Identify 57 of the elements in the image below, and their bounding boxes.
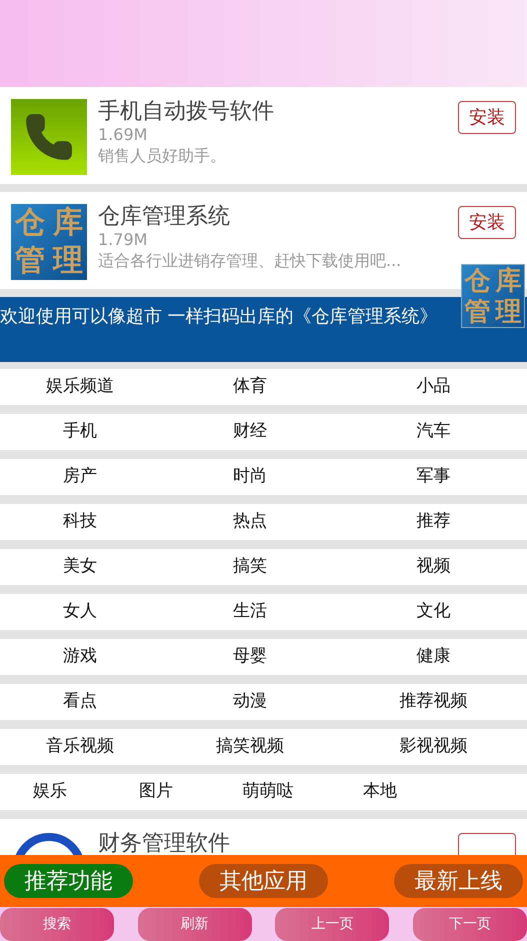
category-link[interactable]: 健康 bbox=[416, 644, 450, 670]
logo-character: 理 bbox=[496, 298, 522, 324]
category-link[interactable]: 生活 bbox=[233, 599, 267, 625]
logo-character: 库 bbox=[496, 268, 522, 294]
category-link[interactable]: 母婴 bbox=[233, 644, 267, 670]
app-size: 1.79M bbox=[98, 230, 148, 250]
category-link[interactable]: 音乐视频 bbox=[46, 734, 114, 760]
category-link[interactable]: 文化 bbox=[416, 599, 450, 625]
app-title: 仓库管理系统 bbox=[98, 204, 231, 230]
app-size: 1.69M bbox=[98, 125, 148, 145]
category-link[interactable]: 娱乐频道 bbox=[46, 374, 114, 400]
category-link[interactable]: 萌萌哒 bbox=[242, 779, 294, 805]
category-link[interactable]: 体育 bbox=[233, 374, 267, 400]
logo-character: 仓 bbox=[15, 208, 45, 238]
nav-button[interactable]: 刷新 bbox=[138, 908, 252, 940]
category-link[interactable]: 小品 bbox=[416, 374, 450, 400]
logo-character: 理 bbox=[53, 246, 83, 276]
app-description: 适合各行业进销存管理、赶快下载使用吧... bbox=[98, 250, 402, 272]
category-link[interactable]: 科技 bbox=[63, 509, 97, 535]
category-link[interactable]: 热点 bbox=[233, 509, 267, 535]
phone-app-icon bbox=[11, 99, 87, 175]
category-link[interactable]: 推荐视频 bbox=[400, 689, 468, 715]
category-link[interactable]: 军事 bbox=[416, 464, 450, 490]
app-description: 销售人员好助手。 bbox=[98, 145, 227, 167]
category-link[interactable]: 游戏 bbox=[63, 644, 97, 670]
category-link[interactable]: 影视视频 bbox=[400, 734, 468, 760]
category-link[interactable]: 财经 bbox=[233, 419, 267, 445]
tab[interactable]: 推荐功能 bbox=[4, 864, 133, 898]
logo-character: 管 bbox=[464, 298, 490, 324]
logo-character: 仓 bbox=[464, 268, 490, 294]
install-button[interactable]: 安装 bbox=[458, 101, 516, 134]
tab[interactable]: 其他应用 bbox=[199, 864, 328, 898]
category-link[interactable]: 美女 bbox=[63, 554, 97, 580]
nav-button[interactable]: 下一页 bbox=[412, 908, 527, 940]
install-button[interactable]: 安装 bbox=[458, 206, 516, 239]
category-link[interactable]: 娱乐 bbox=[33, 779, 67, 805]
app-title: 手机自动拨号软件 bbox=[98, 99, 275, 125]
category-link[interactable]: 视频 bbox=[416, 554, 450, 580]
category-link[interactable]: 搞笑 bbox=[233, 554, 267, 580]
category-link[interactable]: 搞笑视频 bbox=[216, 734, 284, 760]
nav-button[interactable]: 搜索 bbox=[0, 908, 114, 940]
nav-button[interactable]: 上一页 bbox=[275, 908, 390, 940]
tab[interactable]: 最新上线 bbox=[394, 864, 523, 898]
banner-text: 欢迎使用可以像超市 一样扫码出库的《仓库管理系统》 bbox=[0, 306, 438, 328]
category-link[interactable]: 动漫 bbox=[233, 689, 267, 715]
category-link[interactable]: 时尚 bbox=[233, 464, 267, 490]
category-link[interactable]: 看点 bbox=[63, 689, 97, 715]
category-link[interactable]: 推荐 bbox=[416, 509, 450, 535]
app-title: 财务管理软件 bbox=[98, 831, 231, 855]
category-link[interactable]: 本地 bbox=[363, 779, 397, 805]
logo-character: 库 bbox=[53, 208, 83, 238]
category-link[interactable]: 房产 bbox=[63, 464, 97, 490]
category-link[interactable]: 图片 bbox=[139, 779, 173, 805]
category-link[interactable]: 手机 bbox=[63, 419, 97, 445]
logo-character: 管 bbox=[15, 246, 45, 276]
category-link[interactable]: 女人 bbox=[63, 599, 97, 625]
category-link[interactable]: 汽车 bbox=[416, 419, 450, 445]
